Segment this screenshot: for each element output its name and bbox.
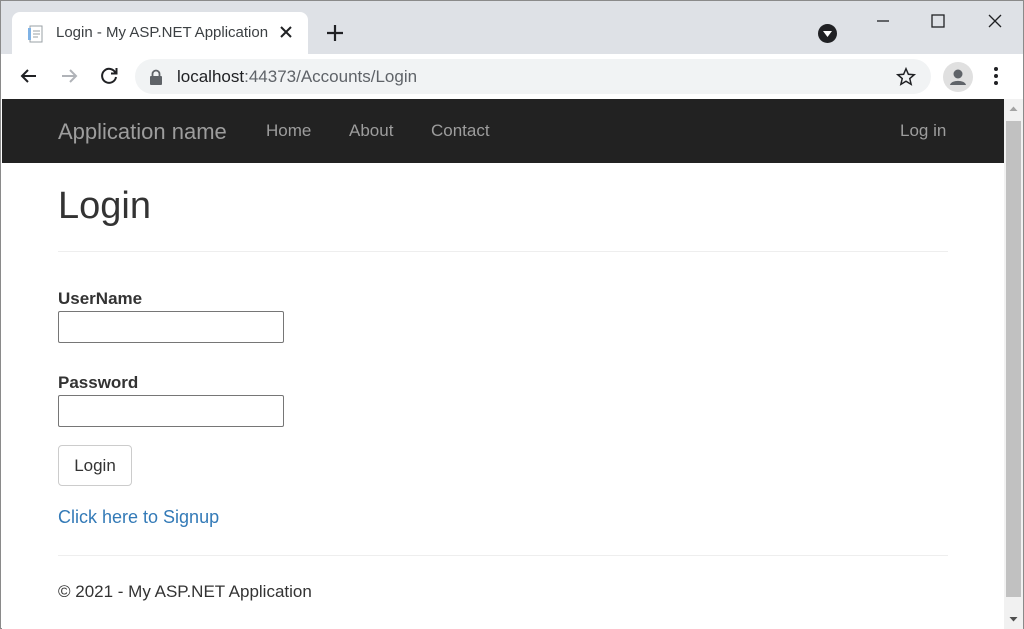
footer-copyright: © 2021 - My ASP.NET Application xyxy=(58,582,312,601)
close-icon[interactable] xyxy=(278,24,294,40)
username-input[interactable] xyxy=(58,311,284,343)
arrow-left-icon[interactable] xyxy=(17,64,41,88)
password-label: Password xyxy=(58,373,139,392)
url-text: localhost:44373/Accounts/Login xyxy=(177,67,417,87)
minimize-icon[interactable] xyxy=(871,9,895,33)
address-bar[interactable]: localhost:44373/Accounts/Login xyxy=(135,59,931,94)
star-icon[interactable] xyxy=(895,66,917,88)
url-path: :44373/Accounts/Login xyxy=(244,67,418,86)
password-input[interactable] xyxy=(58,395,284,427)
divider xyxy=(58,251,948,252)
signup-link[interactable]: Click here to Signup xyxy=(58,507,219,528)
nav-home-link[interactable]: Home xyxy=(266,121,311,141)
site-navbar: Application name Home About Contact Log … xyxy=(2,99,1004,163)
scroll-thumb[interactable] xyxy=(1006,121,1021,597)
nav-login-link[interactable]: Log in xyxy=(900,121,946,141)
maximize-icon[interactable] xyxy=(926,9,950,33)
page-viewport: Application name Home About Contact Log … xyxy=(2,99,1004,629)
plus-icon[interactable] xyxy=(323,21,347,45)
profile-button[interactable] xyxy=(943,62,973,92)
chevron-down-icon[interactable] xyxy=(818,24,837,43)
arrow-right-icon[interactable] xyxy=(57,64,81,88)
window-close-icon[interactable] xyxy=(983,9,1007,33)
scroll-up-arrow-icon[interactable] xyxy=(1004,99,1023,119)
reload-icon[interactable] xyxy=(97,64,121,88)
page-scrollbar[interactable] xyxy=(1004,99,1023,629)
kebab-icon[interactable] xyxy=(987,64,1005,88)
nav-contact-link[interactable]: Contact xyxy=(431,121,490,141)
person-icon xyxy=(950,69,966,85)
login-button[interactable]: Login xyxy=(58,445,132,486)
tab-title: Login - My ASP.NET Application xyxy=(56,24,269,41)
browser-toolbar: localhost:44373/Accounts/Login xyxy=(1,54,1023,99)
lock-icon[interactable] xyxy=(149,69,163,85)
nav-about-link[interactable]: About xyxy=(349,121,393,141)
scroll-down-arrow-icon[interactable] xyxy=(1004,609,1023,629)
page-title: Login xyxy=(58,185,151,227)
browser-window: Login - My ASP.NET Application localhost… xyxy=(0,0,1024,629)
brand-link[interactable]: Application name xyxy=(58,119,227,145)
browser-tab[interactable]: Login - My ASP.NET Application xyxy=(12,12,308,54)
page-icon xyxy=(28,25,43,43)
tab-strip: Login - My ASP.NET Application xyxy=(1,1,1023,54)
footer-divider xyxy=(58,555,948,556)
url-host: localhost xyxy=(177,67,245,86)
username-label: UserName xyxy=(58,289,143,308)
